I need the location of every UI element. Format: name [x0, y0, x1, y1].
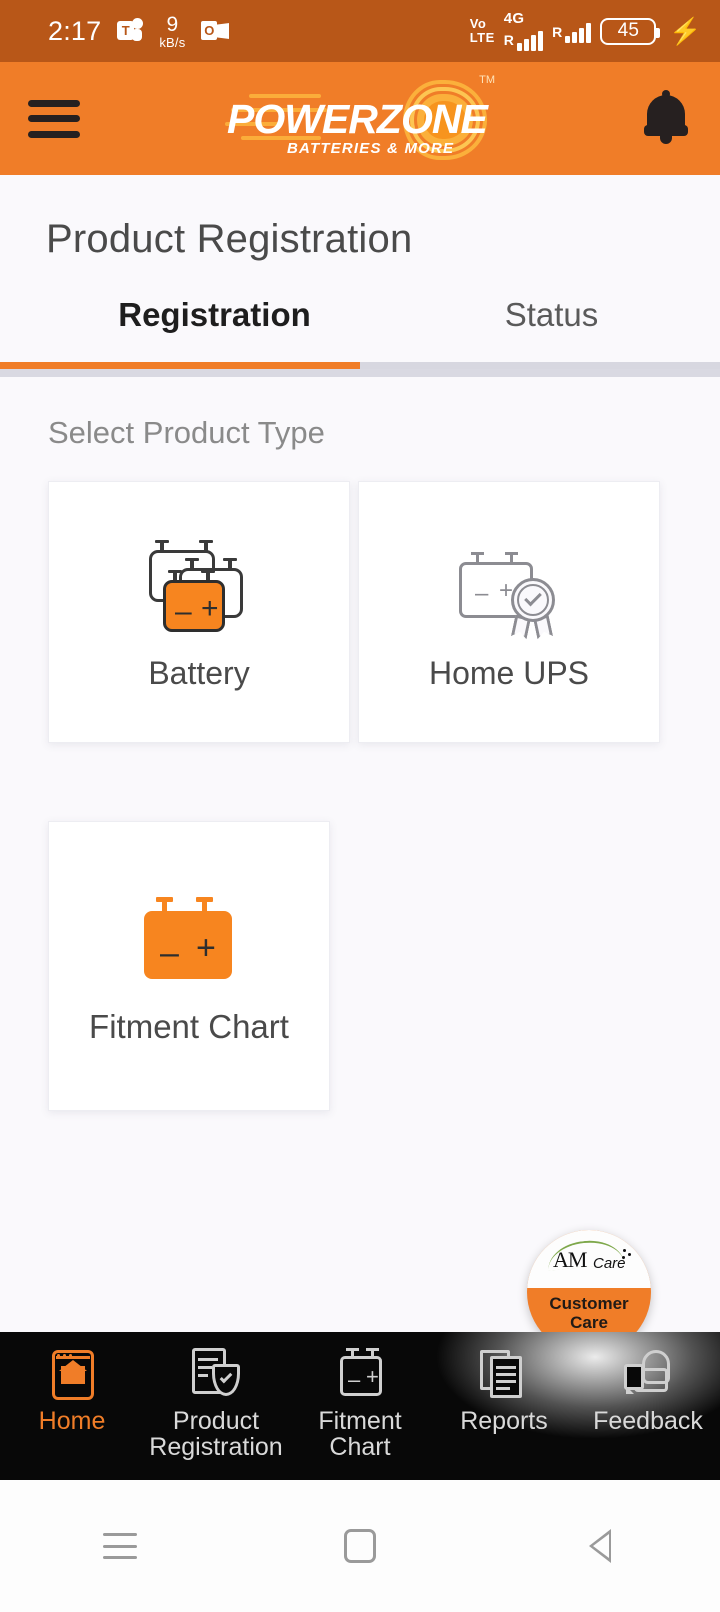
fitment-minus-symbol: –	[160, 934, 179, 972]
nav-label-line-2: Chart	[329, 1433, 391, 1462]
nav-item-fitment-chart[interactable]: – + Fitment Chart	[288, 1348, 432, 1461]
battery-indicator: 45	[600, 17, 661, 45]
network-speed: 9 kB/s	[159, 14, 185, 49]
status-bar-right: Vo LTE 4G R R 45 ⚡	[470, 11, 702, 51]
battery-plus-symbol: +	[201, 591, 219, 625]
logo-tagline: BATTERIES & MORE	[287, 139, 455, 157]
customer-care-line-2: Care	[570, 1313, 608, 1333]
nav-label-fitment-chart: Fitment Chart	[318, 1408, 401, 1461]
roaming-sim1: R	[503, 31, 515, 48]
outlook-icon: O	[201, 19, 230, 43]
document-shield-icon	[188, 1348, 244, 1402]
status-bar: 2:17 T 9 kB/s O Vo LTE 4G R R 45 ⚡	[0, 0, 720, 62]
amcare-logo-text: AM	[553, 1247, 587, 1272]
product-card-battery[interactable]: – + Battery	[48, 481, 350, 743]
tab-indicator	[0, 362, 720, 369]
app-bar: POWERZONE BATTERIES & MORE TM	[0, 62, 720, 175]
bottom-navigation-bar: Home Product Registration – + Fitment Ch…	[0, 1332, 720, 1480]
nav-item-feedback[interactable]: Feedback	[576, 1348, 720, 1434]
reports-pages-icon	[476, 1348, 532, 1402]
nav-label-product-registration: Product Registration	[149, 1408, 282, 1461]
logo-power-text: POWER	[227, 95, 378, 142]
product-type-grid-row-1: – + Battery – + Home UPS	[48, 481, 672, 743]
battery-certificate-icon: – +	[453, 533, 565, 643]
status-clock: 2:17	[48, 15, 102, 46]
network-speed-unit: kB/s	[159, 34, 186, 50]
product-card-label: Home UPS	[428, 654, 590, 691]
amcare-logo: AM Care	[527, 1230, 651, 1288]
nav-label-reports: Reports	[460, 1407, 548, 1435]
nav-label-line-1: Fitment	[318, 1407, 402, 1435]
nav-label-line-1: Product	[172, 1407, 260, 1435]
charging-bolt-icon: ⚡	[669, 15, 702, 46]
volte-line-1: Vo	[469, 16, 487, 32]
roaming-sim2: R	[552, 23, 563, 40]
nav-item-home[interactable]: Home	[0, 1348, 144, 1434]
thumbs-up-icon	[620, 1348, 676, 1402]
section-label-product-type: Select Product Type	[48, 415, 325, 450]
logo-wordmark: POWERZONE	[227, 95, 488, 143]
tab-registration[interactable]: Registration	[46, 296, 383, 362]
customer-care-line-1: Customer	[549, 1294, 629, 1313]
product-type-grid-row-2: – + Fitment Chart	[48, 821, 672, 1111]
system-navigation-bar	[0, 1480, 720, 1612]
bell-icon[interactable]	[640, 89, 692, 147]
fitment-plus-symbol: +	[196, 929, 216, 967]
nav-label-feedback: Feedback	[593, 1407, 703, 1435]
nav-label-home: Home	[38, 1407, 106, 1435]
product-card-label: Battery	[148, 654, 250, 691]
powerzone-logo: POWERZONE BATTERIES & MORE TM	[225, 74, 495, 164]
tab-status[interactable]: Status	[383, 296, 720, 362]
network-type-indicator: 4G R	[503, 10, 544, 51]
network-speed-value: 9	[166, 12, 179, 36]
signal-bars-sim1: R	[503, 27, 544, 51]
back-icon[interactable]	[555, 1511, 645, 1581]
nav-item-product-registration[interactable]: Product Registration	[144, 1348, 288, 1461]
product-card-label: Fitment Chart	[89, 1008, 289, 1045]
tab-divider	[0, 369, 720, 377]
nav-fitment-plus: +	[366, 1364, 379, 1389]
main-content: Select Product Type – + Battery – + Home…	[0, 377, 720, 1111]
amcare-logo-suffix: Care	[593, 1255, 626, 1272]
network-type-label: 4G	[503, 10, 525, 27]
volte-indicator: Vo LTE	[470, 17, 495, 44]
signal-bars-sim2: R	[552, 19, 592, 43]
logo-tm-mark: TM	[479, 73, 495, 86]
nav-item-reports[interactable]: Reports	[432, 1348, 576, 1434]
page-title: Product Registration	[46, 217, 413, 261]
battery-level: 45	[617, 20, 640, 41]
nav-label-line-2: Registration	[149, 1433, 283, 1462]
battery-outline-icon: – +	[332, 1348, 388, 1402]
product-card-home-ups[interactable]: – + Home UPS	[358, 481, 660, 743]
logo-zone-text: ZONE	[376, 95, 488, 142]
battery-minus-symbol: –	[175, 594, 192, 628]
phone-screen: 2:17 T 9 kB/s O Vo LTE 4G R R 45 ⚡ POWER…	[0, 0, 720, 1612]
home-icon	[44, 1348, 100, 1402]
battery-solid-icon: – +	[134, 886, 244, 996]
product-card-fitment-chart[interactable]: – + Fitment Chart	[48, 821, 330, 1111]
hamburger-menu-icon[interactable]	[28, 99, 80, 138]
status-bar-left: 2:17 T 9 kB/s O	[18, 14, 470, 49]
teams-icon: T	[117, 18, 144, 44]
nav-fitment-minus: –	[348, 1367, 361, 1392]
tab-bar: Registration Status	[46, 296, 720, 362]
system-home-icon[interactable]	[315, 1511, 405, 1581]
battery-stack-icon: – +	[143, 533, 255, 643]
page-header: Product Registration Registration Status	[0, 175, 720, 362]
recents-icon[interactable]	[75, 1511, 165, 1581]
volte-line-2: LTE	[469, 30, 495, 45]
ups-minus-symbol: –	[475, 579, 489, 607]
